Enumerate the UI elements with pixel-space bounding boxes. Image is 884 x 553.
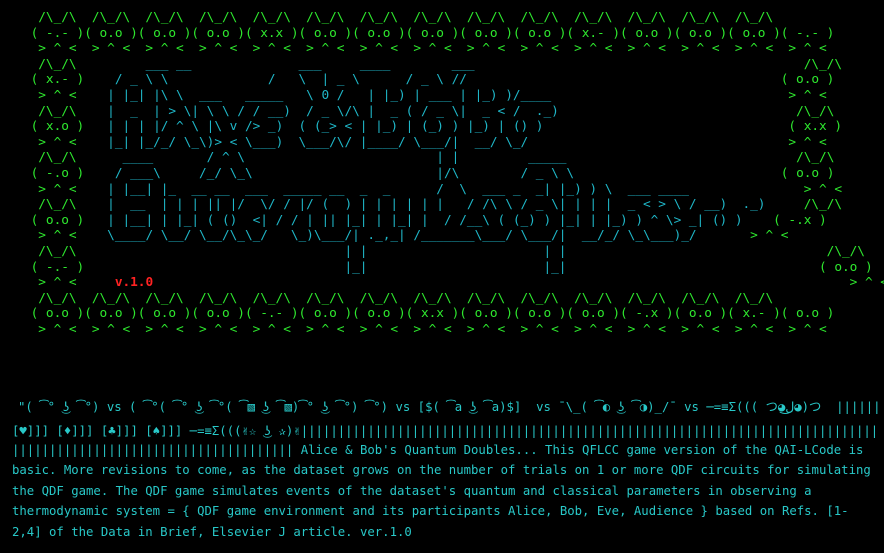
version-label: v.1.0 [84, 275, 154, 291]
cat-border-segment: /\_/\ [0, 150, 85, 166]
cat-border-segment: > ^ < [0, 228, 85, 244]
cat-border-segment: ( o.o ) [535, 72, 835, 88]
emoticon-versus-line: "( ͡° ͜ʖ ͡°) vs ( ͡°( ͡° ͜ʖ ͡°( ͡▧ ͜ʖ ͡▧… [18, 400, 878, 414]
cat-border-segment: ( o.o ) [581, 165, 835, 181]
cat-border-segment: /\_/\ [558, 103, 835, 119]
cat-border-segment: > ^ < [558, 87, 827, 103]
cat-border-segment: > ^ < > ^ < > ^ < > ^ < > ^ < > ^ < > ^ … [0, 41, 827, 57]
ascii-art-row: /\_/\ ____ / ^ \ | | _____ /\_/\ [0, 150, 884, 166]
ascii-art-row: /\_/\ /\_/\ /\_/\ /\_/\ /\_/\ /\_/\ /\_/… [0, 10, 884, 26]
ascii-art-row: ( -.o ) / ___\ /_/ \_\ |/\ / _ \ \ ( o.o… [0, 166, 884, 182]
cat-border-segment: ( o.o ) [566, 259, 873, 275]
ascii-art-row: ( x.o ) | | | |/ ^ \ |\ v /> _) ( (_> < … [0, 119, 884, 135]
title-ascii-segment: | __ | | | || |/ \/ / |/ ( ) | | | | | |… [84, 197, 766, 213]
card-suits-line: [♥]]] [♦]]] [♣]]] [♠]]] ─=≡Σ(((✌☆ ͜ʖ ✰)✌… [12, 424, 878, 438]
cat-border-segment: /\_/\ [581, 150, 835, 166]
ascii-art-row: /\_/\ | | | | /\_/\ [0, 244, 884, 260]
ascii-art-row: > ^ < |_| |_/_/ \_\)> < \___) \___/\/ |_… [0, 135, 884, 151]
cat-border-segment: ( -.- )( o.o )( o.o )( o.o )( x.x )( o.o… [0, 25, 835, 41]
game-description: |||||||||||||||||||||||||||||||||||||| A… [12, 443, 871, 539]
title-ascii-segment: |_| |_| [84, 259, 567, 275]
title-ascii-segment: \____/ \__/ \__/\_\_/ \_)\___/| ._,_| /_… [84, 228, 697, 244]
cat-border-segment: > ^ < [0, 87, 85, 103]
cat-border-segment: ( x.o ) [0, 119, 85, 135]
console-text-block: "( ͡° ͜ʖ ͡°) vs ( ͡°( ͡° ͜ʖ ͡°( ͡▧ ͜ʖ ͡▧… [12, 398, 878, 542]
title-ascii-segment: | |__| | |_| ( () <| / / | || |_| | |_| … [84, 212, 743, 228]
ascii-art-row: > ^ < | |_| |\ \ ___ _____ \ 0 / | |_) |… [0, 88, 884, 104]
cat-border-segment: /\_/\ [765, 197, 842, 213]
cat-border-segment: ( o.o )( o.o )( o.o )( o.o )( -.- )( o.o… [0, 306, 835, 322]
ascii-art-row: > ^ < > ^ < > ^ < > ^ < > ^ < > ^ < > ^ … [0, 322, 884, 338]
ascii-art-row: > ^ < v.1.0 > ^ < [0, 275, 884, 291]
cat-border-segment: /\_/\ [0, 103, 85, 119]
cat-border-segment: > ^ < [696, 228, 789, 244]
cat-border-segment: /\_/\ /\_/\ /\_/\ /\_/\ /\_/\ /\_/\ /\_/… [0, 290, 774, 306]
title-ascii-segment: / _ \ \ / \ | _ \ / _ \ // [84, 72, 536, 88]
ascii-art-row: > ^ < > ^ < > ^ < > ^ < > ^ < > ^ < > ^ … [0, 41, 884, 57]
cat-border-segment: > ^ < [0, 134, 85, 150]
cat-border-segment: ( x.- ) [0, 72, 85, 88]
ascii-art-row: /\_/\ | __ | | | || |/ \/ / |/ ( ) | | |… [0, 197, 884, 213]
title-ascii-segment: | | | |/ ^ \ |\ v /> _) ( (_> < | |_) | … [84, 119, 559, 135]
cat-border-segment: > ^ < [0, 275, 85, 291]
title-ascii-segment: | | | | [84, 243, 567, 259]
cat-border-segment: /\_/\ [0, 243, 85, 259]
title-ascii-segment: | _ | > \| \ \ / / __) / _ \/\ | _ ( / _… [84, 103, 559, 119]
ascii-art-row: ( -.- )( o.o )( o.o )( o.o )( x.x )( o.o… [0, 26, 884, 42]
cat-border-segment: > ^ < [153, 275, 884, 291]
title-ascii-segment: / ___\ /_/ \_\ |/\ / _ \ \ [84, 165, 582, 181]
ascii-art-row: > ^ < | |__| |_ __ __ ___ _____ __ _ _ /… [0, 182, 884, 198]
cat-border-segment: /\_/\ [0, 197, 85, 213]
ascii-art-row: ( x.- ) / _ \ \ / \ | _ \ / _ \ // ( o.o… [0, 72, 884, 88]
cat-border-segment: /\_/\ /\_/\ /\_/\ /\_/\ /\_/\ /\_/\ /\_/… [0, 10, 774, 25]
ascii-art-row: > ^ < \____/ \__/ \__/\_\_/ \_)\___/| ._… [0, 228, 884, 244]
cat-border-segment: > ^ < [551, 134, 827, 150]
ascii-art-banner: /\_/\ /\_/\ /\_/\ /\_/\ /\_/\ /\_/\ /\_/… [0, 10, 884, 337]
ascii-art-row: ( -.- ) |_| |_| ( o.o ) [0, 260, 884, 276]
title-ascii-segment: ____ / ^ \ | | _____ [84, 150, 582, 166]
cat-border-segment: ( -.x ) [742, 212, 827, 228]
cat-border-segment: /\_/\ [0, 56, 85, 72]
ascii-art-row: ( o.o )( o.o )( o.o )( o.o )( -.- )( o.o… [0, 306, 884, 322]
title-ascii-segment: ___ __ ___ ____ ___ [84, 56, 552, 72]
cat-border-segment: /\_/\ [551, 56, 842, 72]
ascii-art-row: /\_/\ ___ __ ___ ____ ___ /\_/\ [0, 57, 884, 73]
title-ascii-segment: |_| |_/_/ \_\)> < \___) \___/\/ |____/ \… [84, 134, 552, 150]
ascii-art-row: /\_/\ /\_/\ /\_/\ /\_/\ /\_/\ /\_/\ /\_/… [0, 291, 884, 307]
cat-border-segment: > ^ < [688, 181, 842, 197]
ascii-art-row: ( o.o ) | |__| | |_| ( () <| / / | || |_… [0, 213, 884, 229]
ascii-art-row: /\_/\ | _ | > \| \ \ / / __) / _ \/\ | _… [0, 104, 884, 120]
cat-border-segment: > ^ < > ^ < > ^ < > ^ < > ^ < > ^ < > ^ … [0, 321, 827, 337]
cat-border-segment: ( o.o ) [0, 212, 85, 228]
cat-border-segment: > ^ < [0, 181, 85, 197]
title-ascii-segment: | |_| |\ \ ___ _____ \ 0 / | |_) | ___ |… [84, 87, 559, 103]
cat-border-segment: ( -.o ) [0, 165, 85, 181]
cat-border-segment: ( -.- ) [0, 259, 85, 275]
cat-border-segment: ( x.x ) [558, 119, 842, 135]
cat-border-segment: /\_/\ [566, 243, 865, 259]
title-ascii-segment: | |__| |_ __ __ ___ _____ __ _ _ / \ ___… [84, 181, 689, 197]
